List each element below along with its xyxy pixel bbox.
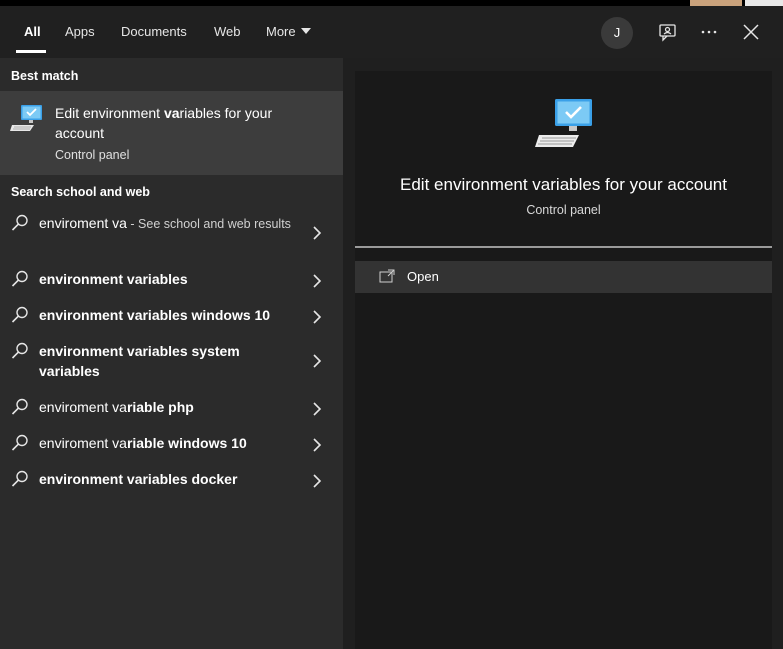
search-icon bbox=[11, 306, 28, 323]
suggestion-text-completion: environment variables bbox=[39, 271, 188, 287]
best-match-subtitle: Control panel bbox=[55, 148, 130, 162]
open-button[interactable]: Open bbox=[355, 261, 772, 293]
search-suggestion[interactable]: environment variables windows 10 bbox=[0, 305, 343, 329]
best-match-title: Edit environment variables for your acco… bbox=[55, 103, 275, 143]
active-tab-indicator bbox=[16, 50, 46, 53]
search-icon bbox=[11, 470, 28, 487]
search-icon bbox=[11, 434, 28, 451]
suggestion-text: environment variables docker bbox=[39, 469, 299, 490]
best-match-title-pre: Edit environment bbox=[55, 105, 164, 121]
suggestion-text-completion: environment variables system variables bbox=[39, 343, 240, 379]
preview-subtitle: Control panel bbox=[526, 203, 601, 217]
chevron-right-icon[interactable] bbox=[309, 273, 325, 289]
web-section-heading: Search school and web bbox=[11, 185, 150, 199]
avatar[interactable]: J bbox=[601, 17, 633, 49]
chevron-right-icon[interactable] bbox=[309, 473, 325, 489]
search-header: All Apps Documents Web More J bbox=[0, 6, 783, 58]
search-icon bbox=[11, 214, 28, 231]
search-suggestion[interactable]: enviroment variable php bbox=[0, 397, 343, 421]
best-match-title-highlight: va bbox=[163, 105, 180, 121]
open-icon bbox=[379, 269, 395, 283]
chevron-right-icon[interactable] bbox=[309, 225, 325, 241]
suggestion-text-completion: environment variables windows 10 bbox=[39, 307, 271, 323]
suggestion-text-typed: enviroment va bbox=[39, 435, 127, 451]
tab-apps[interactable]: Apps bbox=[65, 6, 95, 58]
close-icon[interactable] bbox=[739, 20, 763, 44]
search-suggestion[interactable]: environment variables docker bbox=[0, 469, 343, 493]
more-options-icon[interactable] bbox=[697, 20, 721, 44]
suggestion-text-typed: enviroment va bbox=[39, 399, 127, 415]
best-match-heading: Best match bbox=[11, 69, 79, 83]
chevron-right-icon[interactable] bbox=[309, 309, 325, 325]
chevron-right-icon[interactable] bbox=[309, 437, 325, 453]
suggestion-text: environment variables system variables bbox=[39, 341, 299, 382]
suggestion-text-completion: riable windows 10 bbox=[126, 435, 247, 451]
search-icon bbox=[11, 398, 28, 415]
search-suggestion[interactable]: environment variables bbox=[0, 269, 343, 293]
tab-more[interactable]: More bbox=[266, 6, 311, 58]
tab-more-label: More bbox=[266, 24, 296, 39]
computer-settings-icon bbox=[10, 105, 42, 131]
suggestion-hint: - See school and web results bbox=[126, 217, 291, 231]
suggestion-text: environment variables bbox=[39, 269, 299, 290]
suggestion-text-completion: riable php bbox=[126, 399, 194, 415]
tab-web[interactable]: Web bbox=[214, 6, 241, 58]
suggestion-text: enviroment variable php bbox=[39, 397, 299, 418]
open-label: Open bbox=[407, 269, 439, 284]
search-icon bbox=[11, 270, 28, 287]
chevron-right-icon[interactable] bbox=[309, 353, 325, 369]
suggestion-text: environment variables windows 10 bbox=[39, 305, 299, 326]
suggestion-text: enviroment variable windows 10 bbox=[39, 433, 299, 454]
suggestion-text: enviroment va - See school and web resul… bbox=[39, 213, 299, 234]
divider bbox=[355, 246, 772, 248]
search-icon bbox=[11, 342, 28, 359]
search-suggestion[interactable]: enviroment va - See school and web resul… bbox=[0, 213, 343, 253]
preview-pane: Edit environment variables for your acco… bbox=[355, 71, 772, 649]
search-suggestion[interactable]: enviroment variable windows 10 bbox=[0, 433, 343, 457]
search-window: All Apps Documents Web More J Best match… bbox=[0, 6, 783, 649]
best-match-item[interactable]: Edit environment variables for your acco… bbox=[0, 91, 343, 175]
chevron-right-icon[interactable] bbox=[309, 401, 325, 417]
feedback-icon[interactable] bbox=[656, 20, 680, 44]
results-pane: Best match Edit environment variables fo… bbox=[0, 58, 343, 649]
chevron-down-icon bbox=[300, 28, 311, 34]
computer-settings-icon bbox=[535, 99, 592, 147]
search-suggestion[interactable]: environment variables system variables bbox=[0, 341, 343, 381]
suggestion-text-completion: environment variables docker bbox=[39, 471, 238, 487]
tab-documents[interactable]: Documents bbox=[121, 6, 187, 58]
suggestion-text-typed: enviroment va bbox=[39, 215, 127, 231]
preview-title: Edit environment variables for your acco… bbox=[400, 175, 727, 194]
